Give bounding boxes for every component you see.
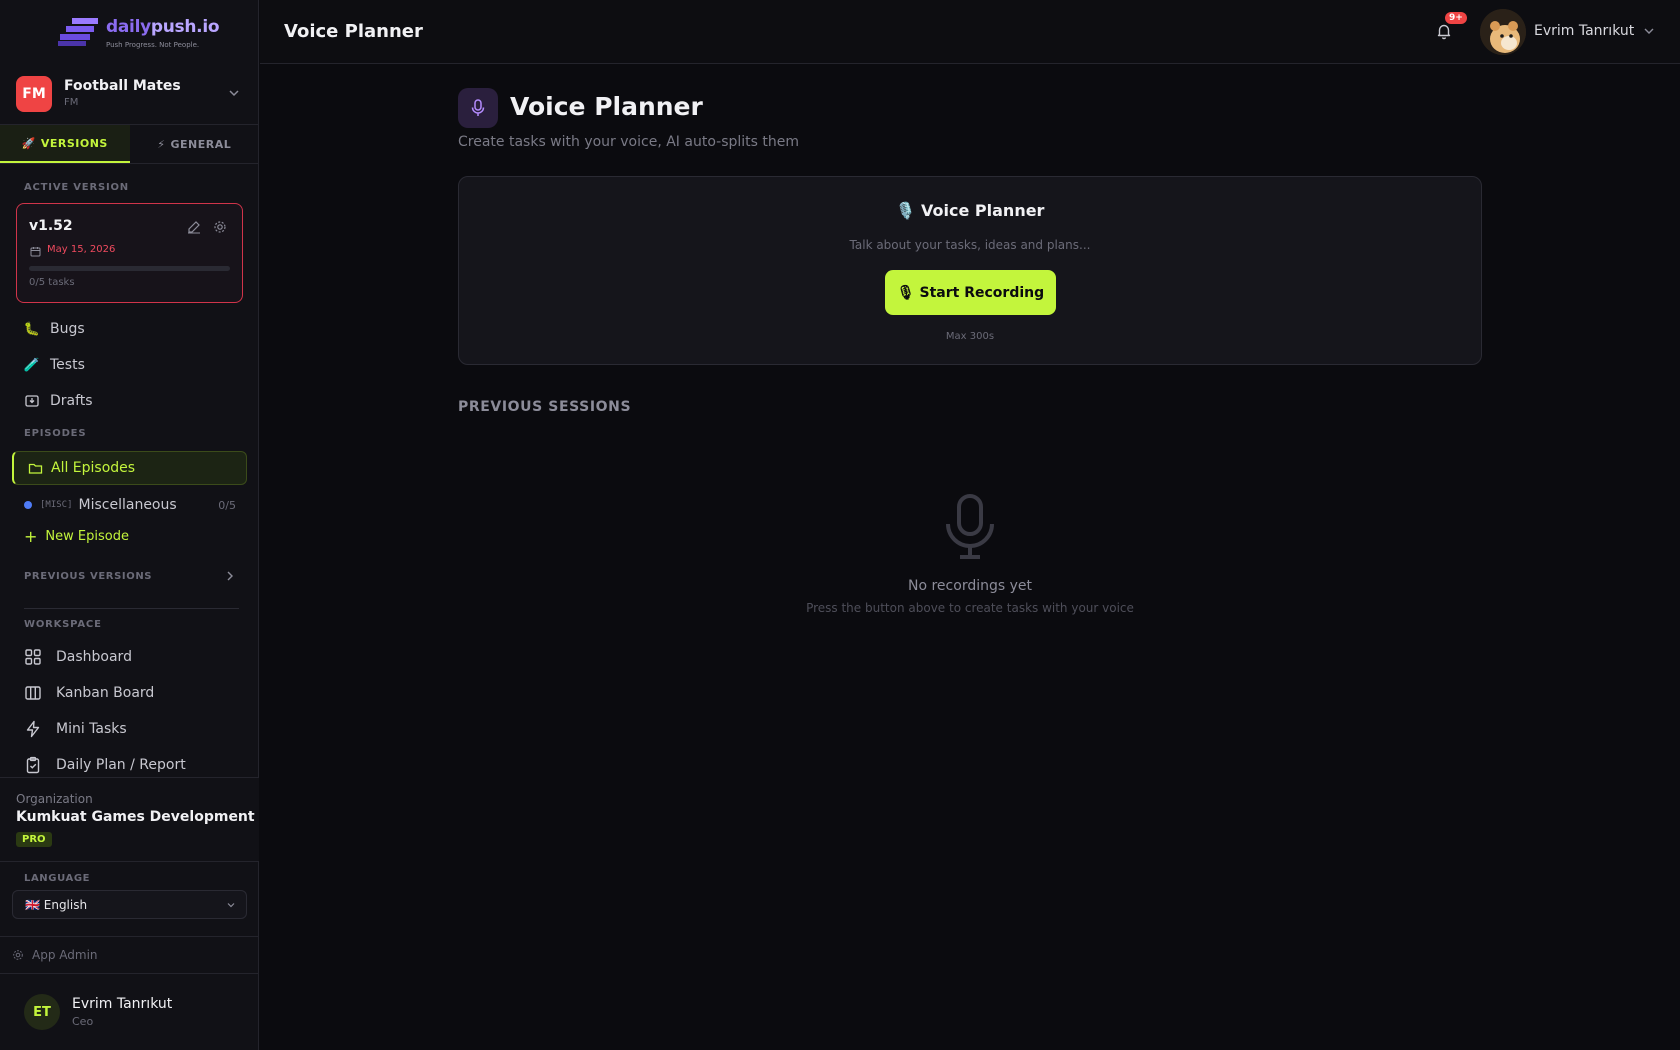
workspace-label: WORKSPACE xyxy=(24,619,102,630)
chevron-down-icon xyxy=(229,90,239,97)
version-progress-bar xyxy=(29,266,230,271)
recorder-card: 🎙️ Voice Planner Talk about your tasks, … xyxy=(458,176,1482,365)
nav-bugs[interactable]: 🐛 Bugs xyxy=(24,318,85,340)
app-admin-link[interactable]: App Admin xyxy=(0,936,259,974)
edit-icon[interactable] xyxy=(187,220,201,234)
nav-tests[interactable]: 🧪 Tests xyxy=(24,354,85,376)
nav-kanban-board[interactable]: Kanban Board xyxy=(24,681,154,705)
organization-panel[interactable]: Organization Kumkuat Games Development P… xyxy=(0,777,259,862)
stairs-logo-icon xyxy=(58,18,98,46)
sidebar-divider xyxy=(24,608,239,609)
recorder-subtitle: Talk about your tasks, ideas and plans..… xyxy=(849,238,1091,252)
hamster-avatar-icon xyxy=(1480,9,1526,55)
bolt-icon xyxy=(26,720,40,738)
recorder-max-duration: Max 300s xyxy=(945,331,995,342)
main-subtitle: Create tasks with your voice, AI auto-sp… xyxy=(458,134,799,150)
notification-badge: 9+ xyxy=(1445,12,1467,24)
page-title: Voice Planner xyxy=(284,21,423,42)
episode-color-dot xyxy=(24,501,32,509)
episode-all[interactable]: All Episodes xyxy=(12,451,247,485)
gear-icon[interactable] xyxy=(213,220,227,234)
empty-state-title: No recordings yet xyxy=(908,578,1032,594)
top-user-name[interactable]: Evrim Tanrıkut xyxy=(1534,23,1634,39)
tab-versions[interactable]: 🚀 VERSIONS xyxy=(0,125,130,163)
episode-count: 0/5 xyxy=(218,498,236,512)
sidebar: dailypush.io Push Progress. Not People. … xyxy=(0,0,259,1050)
brand-logo[interactable]: dailypush.io Push Progress. Not People. xyxy=(58,14,220,50)
start-recording-button[interactable]: 🎙 Start Recording xyxy=(885,270,1056,315)
bug-icon: 🐛 xyxy=(23,321,41,337)
chevron-right-icon xyxy=(227,571,233,581)
main-title: Voice Planner xyxy=(510,92,703,121)
episodes-label: EPISODES xyxy=(24,428,87,439)
top-bar: Voice Planner 9+ Evrim Tanrıkut xyxy=(260,0,1680,64)
brand-tagline: Push Progress. Not People. xyxy=(106,41,200,49)
microphone-icon xyxy=(946,494,994,559)
bell-icon[interactable] xyxy=(1435,22,1453,40)
nav-daily-plan[interactable]: Daily Plan / Report xyxy=(24,753,186,777)
active-version-label: ACTIVE VERSION xyxy=(24,182,129,193)
test-tube-icon: 🧪 xyxy=(23,357,41,373)
version-task-count: 0/5 tasks xyxy=(29,277,75,288)
avatar: ET xyxy=(24,994,60,1030)
inbox-icon xyxy=(25,395,39,407)
grid-icon xyxy=(25,649,41,665)
rocket-icon: 🚀 xyxy=(21,136,36,150)
plan-badge: PRO xyxy=(16,832,52,847)
language-label: LANGUAGE xyxy=(24,873,91,884)
episode-tag: [MISC] xyxy=(40,500,73,510)
sidebar-tabs: 🚀 VERSIONS ⚡ GENERAL xyxy=(0,124,259,164)
nav-mini-tasks[interactable]: Mini Tasks xyxy=(24,717,127,741)
project-avatar: FM xyxy=(16,76,52,112)
microphone-icon xyxy=(471,99,485,116)
folder-icon xyxy=(28,463,43,474)
project-name: Football Mates xyxy=(64,78,181,94)
user-role: Ceo xyxy=(72,1015,94,1028)
organization-label: Organization xyxy=(16,792,93,806)
language-select[interactable]: 🇬🇧 English xyxy=(12,890,247,919)
active-version-card[interactable]: v1.52 May 15, 2026 0/5 tasks xyxy=(16,203,243,303)
bolt-icon: ⚡ xyxy=(157,137,166,151)
episode-item[interactable]: [MISC] Miscellaneous 0/5 xyxy=(24,494,236,516)
gear-icon xyxy=(13,950,23,960)
new-episode-button[interactable]: + New Episode xyxy=(24,527,129,546)
brand-name: dailypush.io xyxy=(106,17,220,37)
previous-versions-toggle[interactable]: PREVIOUS VERSIONS xyxy=(24,570,236,582)
chevron-down-icon[interactable] xyxy=(1642,24,1656,38)
episode-label: Miscellaneous xyxy=(78,497,177,513)
avatar[interactable] xyxy=(1480,9,1526,55)
version-due-date: May 15, 2026 xyxy=(47,244,116,255)
version-name: v1.52 xyxy=(29,218,73,234)
project-switcher[interactable]: FM Football Mates FM xyxy=(16,76,242,112)
plus-icon: + xyxy=(24,527,38,546)
project-code: FM xyxy=(64,97,79,108)
calendar-icon xyxy=(30,247,41,257)
empty-state-subtitle: Press the button above to create tasks w… xyxy=(806,601,1134,615)
recorder-title: 🎙️ Voice Planner xyxy=(895,201,1045,220)
tab-general[interactable]: ⚡ GENERAL xyxy=(130,125,260,163)
kanban-icon xyxy=(25,686,41,700)
previous-sessions-heading: PREVIOUS SESSIONS xyxy=(458,399,632,415)
sidebar-user[interactable]: ET Evrim Tanrıkut Ceo xyxy=(24,994,244,1030)
organization-name: Kumkuat Games Development xyxy=(16,809,255,825)
clipboard-icon xyxy=(26,756,40,774)
nav-dashboard[interactable]: Dashboard xyxy=(24,645,132,669)
chevron-down-icon xyxy=(227,902,235,907)
microphone-badge xyxy=(458,88,498,128)
nav-drafts[interactable]: Drafts xyxy=(24,390,93,412)
user-name: Evrim Tanrıkut xyxy=(72,996,173,1012)
